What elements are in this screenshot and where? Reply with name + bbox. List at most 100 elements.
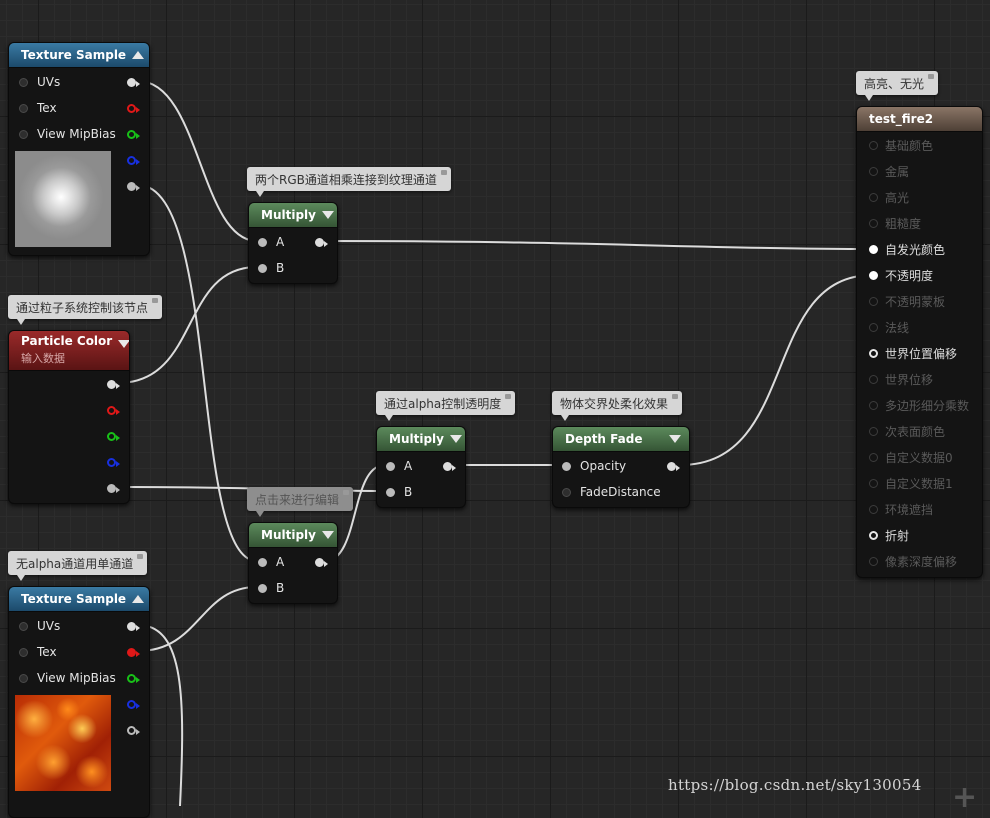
output-pin-blue-icon[interactable] (127, 700, 140, 709)
collapse-arrow-icon[interactable] (132, 595, 145, 603)
pin-row-tex[interactable]: Tex (19, 98, 57, 118)
material-input-row[interactable]: 粗糙度 (869, 213, 921, 233)
node-header[interactable]: Particle Color 输入数据 (9, 331, 129, 371)
output-pin-icon[interactable] (667, 462, 680, 471)
input-pin-icon[interactable] (869, 374, 878, 384)
input-pin-icon[interactable] (562, 487, 571, 497)
output-pin-icon[interactable] (315, 558, 328, 567)
comment-pin-icon[interactable] (343, 490, 350, 495)
pin-row-uvs[interactable]: UVs (19, 72, 60, 92)
output-pin-blue-icon[interactable] (107, 458, 120, 467)
pin-row-b[interactable]: B (258, 578, 284, 598)
output-pin-alpha-icon[interactable] (127, 182, 140, 191)
comment-pin-icon[interactable] (152, 298, 159, 303)
input-pin-icon[interactable] (869, 218, 878, 228)
input-pin-icon[interactable] (258, 557, 267, 567)
input-pin-icon[interactable] (869, 530, 878, 540)
output-pin-green-icon[interactable] (127, 130, 140, 139)
texture-sample-node-2[interactable]: Texture Sample UVs Tex View MipBias (8, 586, 150, 818)
pin-row-fade-distance[interactable]: FadeDistance (562, 482, 661, 502)
output-pin-rgb-icon[interactable] (107, 380, 120, 389)
pin-row-b[interactable]: B (386, 482, 412, 502)
pin-row-tex[interactable]: Tex (19, 642, 57, 662)
input-pin-icon[interactable] (869, 348, 878, 358)
particle-color-node[interactable]: Particle Color 输入数据 (8, 330, 130, 504)
input-pin-icon[interactable] (869, 166, 878, 176)
input-pin-icon[interactable] (869, 452, 878, 462)
node-header[interactable]: Multiply (249, 203, 337, 228)
material-input-row[interactable]: 金属 (869, 161, 909, 181)
input-pin-icon[interactable] (386, 461, 395, 471)
input-pin-icon[interactable] (869, 192, 878, 202)
material-input-row-refraction[interactable]: 折射 (869, 525, 909, 545)
input-pin-icon[interactable] (869, 244, 878, 254)
output-pin-icon[interactable] (443, 462, 456, 471)
material-input-row[interactable]: 自定义数据0 (869, 447, 953, 467)
multiply-node-2[interactable]: Multiply A B (376, 426, 466, 508)
pin-row-a[interactable]: A (258, 232, 284, 252)
comment-pin-icon[interactable] (137, 554, 144, 559)
collapse-arrow-icon[interactable] (132, 51, 145, 59)
material-input-row[interactable]: 环境遮挡 (869, 499, 933, 519)
collapse-arrow-icon[interactable] (321, 211, 334, 219)
multiply-node-1[interactable]: Multiply A B (248, 202, 338, 284)
node-header[interactable]: Multiply (377, 427, 465, 452)
input-pin-icon[interactable] (869, 478, 878, 488)
material-input-row-opacity[interactable]: 不透明度 (869, 265, 933, 285)
node-header[interactable]: Texture Sample (9, 587, 149, 612)
comment-bubble-single-channel[interactable]: 无alpha通道用单通道 (8, 551, 148, 581)
pin-row-uvs[interactable]: UVs (19, 616, 60, 636)
comment-bubble-rgb-multiply[interactable]: 两个RGB通道相乘连接到纹理通道 (247, 167, 451, 197)
node-header[interactable]: Depth Fade (553, 427, 689, 452)
output-pin-blue-icon[interactable] (127, 156, 140, 165)
input-pin-icon[interactable] (869, 556, 878, 566)
material-input-row[interactable]: 世界位移 (869, 369, 933, 389)
material-input-row-world-offset[interactable]: 世界位置偏移 (869, 343, 957, 363)
comment-bubble-particle-control[interactable]: 通过粒子系统控制该节点 (8, 295, 163, 325)
pin-row-opacity[interactable]: Opacity (562, 456, 626, 476)
comment-pin-icon[interactable] (672, 394, 679, 399)
input-pin-icon[interactable] (19, 129, 28, 139)
material-input-row[interactable]: 高光 (869, 187, 909, 207)
output-pin-green-icon[interactable] (127, 674, 140, 683)
input-pin-icon[interactable] (562, 461, 571, 471)
node-header[interactable]: Texture Sample (9, 43, 149, 68)
collapse-arrow-icon[interactable] (321, 531, 334, 539)
material-input-row[interactable]: 不透明蒙板 (869, 291, 945, 311)
output-pin-rgb-icon[interactable] (127, 78, 140, 87)
comment-pin-icon[interactable] (505, 394, 512, 399)
comment-bubble-depth-soft[interactable]: 物体交界处柔化效果 (552, 391, 683, 421)
output-pin-alpha-icon[interactable] (107, 484, 120, 493)
pin-row-a[interactable]: A (386, 456, 412, 476)
input-pin-icon[interactable] (19, 647, 28, 657)
input-pin-icon[interactable] (869, 296, 878, 306)
comment-bubble-material-note[interactable]: 高亮、无光 (856, 71, 939, 101)
input-pin-icon[interactable] (869, 504, 878, 514)
input-pin-icon[interactable] (386, 487, 395, 497)
pin-row-mipbias[interactable]: View MipBias (19, 668, 116, 688)
collapse-arrow-icon[interactable] (449, 435, 462, 443)
material-input-row[interactable]: 自定义数据1 (869, 473, 953, 493)
material-input-row[interactable]: 次表面颜色 (869, 421, 945, 441)
output-pin-red-icon[interactable] (127, 648, 140, 657)
input-pin-icon[interactable] (19, 103, 28, 113)
material-input-row-emissive[interactable]: 自发光颜色 (869, 239, 945, 259)
input-pin-icon[interactable] (869, 140, 878, 150)
output-pin-red-icon[interactable] (107, 406, 120, 415)
input-pin-icon[interactable] (869, 400, 878, 410)
collapse-arrow-icon[interactable] (669, 435, 681, 443)
pin-row-a[interactable]: A (258, 552, 284, 572)
node-header[interactable]: Multiply (249, 523, 337, 548)
multiply-node-3[interactable]: Multiply A B (248, 522, 338, 604)
material-result-node[interactable]: test_fire2 基础颜色 金属 高光 粗糙度 自发光颜色 不透明度 不透明… (856, 106, 983, 578)
output-pin-rgb-icon[interactable] (127, 622, 140, 631)
input-pin-icon[interactable] (258, 263, 267, 273)
input-pin-icon[interactable] (869, 270, 878, 280)
input-pin-icon[interactable] (19, 621, 28, 631)
input-pin-icon[interactable] (19, 673, 28, 683)
output-pin-green-icon[interactable] (107, 432, 120, 441)
output-pin-alpha-icon[interactable] (127, 726, 140, 735)
texture-sample-node-1[interactable]: Texture Sample UVs Tex View MipBias (8, 42, 150, 256)
material-input-row[interactable]: 多边形细分乘数 (869, 395, 969, 415)
material-input-row[interactable]: 像素深度偏移 (869, 551, 957, 571)
